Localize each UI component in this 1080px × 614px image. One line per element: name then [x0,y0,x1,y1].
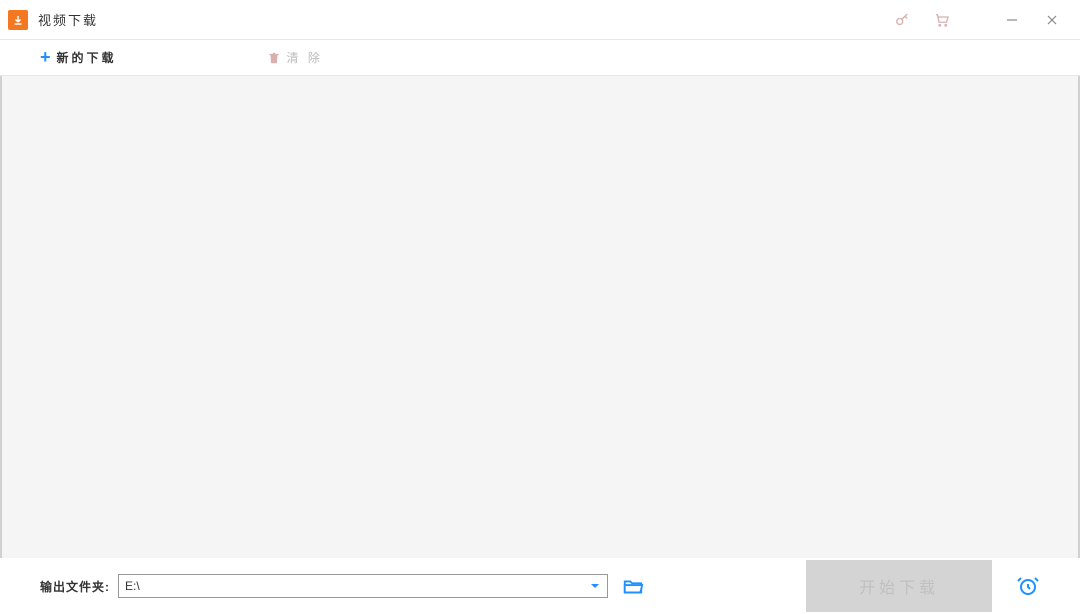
cart-icon-button[interactable] [922,0,962,40]
output-folder-select[interactable]: E:\ [118,574,608,598]
minimize-icon [1006,14,1018,26]
window-title: 视频下载 [38,10,98,29]
toolbar: + 新的下载 清 除 [0,40,1080,76]
output-folder-label: 输出文件夹: [40,578,110,595]
cart-icon [933,11,951,29]
new-download-label: 新的下载 [57,49,117,66]
download-list-area [0,76,1080,558]
clear-label: 清 除 [287,49,323,66]
clear-button[interactable]: 清 除 [267,49,323,66]
start-download-label: 开始下载 [859,574,939,598]
trash-icon [267,51,281,65]
chevron-down-icon [589,580,601,592]
output-folder-value: E:\ [125,579,589,593]
open-folder-button[interactable] [622,575,644,597]
key-icon-button[interactable] [882,0,922,40]
close-icon [1046,14,1058,26]
schedule-button[interactable] [1016,574,1040,598]
new-download-button[interactable]: + 新的下载 [40,47,117,68]
footer: 输出文件夹: E:\ 开始下载 [0,558,1080,614]
titlebar: 视频下载 [0,0,1080,40]
plus-icon: + [40,47,51,68]
alarm-clock-icon [1016,574,1040,598]
close-button[interactable] [1032,0,1072,40]
folder-icon [622,575,644,597]
start-download-button[interactable]: 开始下载 [806,560,992,612]
minimize-button[interactable] [992,0,1032,40]
key-icon [893,11,911,29]
app-icon [8,10,28,30]
